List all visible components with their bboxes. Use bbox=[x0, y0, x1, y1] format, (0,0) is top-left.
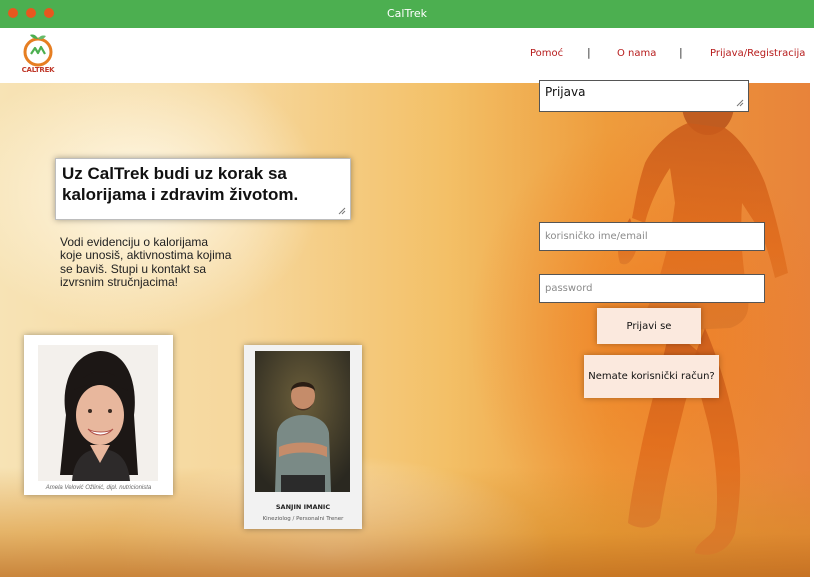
window-title: CalTrek bbox=[387, 7, 427, 20]
trainer-photo bbox=[255, 351, 350, 492]
login-title: Prijava bbox=[545, 85, 586, 99]
trainer-role: Kineziolog / Personalni Trener bbox=[262, 516, 344, 522]
register-link-button[interactable]: Nemate korisnički račun? bbox=[584, 355, 719, 398]
nutritionist-caption: Amela Velović Ožlinić, dipl. nutricionis… bbox=[45, 485, 152, 491]
trainer-name: SANJIN IMANIC bbox=[275, 503, 331, 511]
resize-handle-icon[interactable] bbox=[736, 99, 744, 107]
hero-heading-text: Uz CalTrek budi uz korak sa kalorijama i… bbox=[62, 164, 299, 204]
app-window: CalTrek CALTREK Pomoć | O nama | Prijava… bbox=[0, 0, 814, 581]
nav-separator: | bbox=[679, 46, 683, 59]
hero-intro-text: Vodi evidenciju o kalorijama koje unosiš… bbox=[60, 235, 232, 290]
nav-link-about[interactable]: O nama bbox=[617, 48, 656, 59]
title-bar: CalTrek bbox=[0, 0, 814, 28]
caltrek-logo[interactable]: CALTREK bbox=[18, 32, 58, 78]
username-input[interactable] bbox=[539, 222, 765, 251]
password-input[interactable] bbox=[539, 274, 765, 303]
apple-logo-icon bbox=[23, 34, 53, 67]
expert-card-trainer[interactable]: SANJIN IMANIC Kineziolog / Personalni Tr… bbox=[244, 345, 362, 529]
nav-link-login-register[interactable]: Prijava/Registracija bbox=[710, 48, 805, 59]
login-submit-button[interactable]: Prijavi se bbox=[597, 308, 701, 344]
resize-handle-icon[interactable] bbox=[338, 207, 346, 215]
hero-heading[interactable]: Uz CalTrek budi uz korak sa kalorijama i… bbox=[55, 158, 351, 220]
expert-card-nutritionist[interactable]: Amela Velović Ožlinić, dipl. nutricionis… bbox=[24, 335, 173, 495]
nav-separator: | bbox=[587, 46, 591, 59]
nav-link-help[interactable]: Pomoć bbox=[530, 48, 563, 59]
man-portrait-icon bbox=[255, 351, 350, 492]
logo-wordmark: CALTREK bbox=[21, 66, 55, 74]
nutritionist-photo bbox=[38, 345, 158, 481]
woman-portrait-icon bbox=[38, 345, 158, 481]
site-header: CALTREK Pomoć | O nama | Prijava/Registr… bbox=[0, 28, 814, 83]
login-title-box[interactable]: Prijava bbox=[539, 80, 749, 112]
